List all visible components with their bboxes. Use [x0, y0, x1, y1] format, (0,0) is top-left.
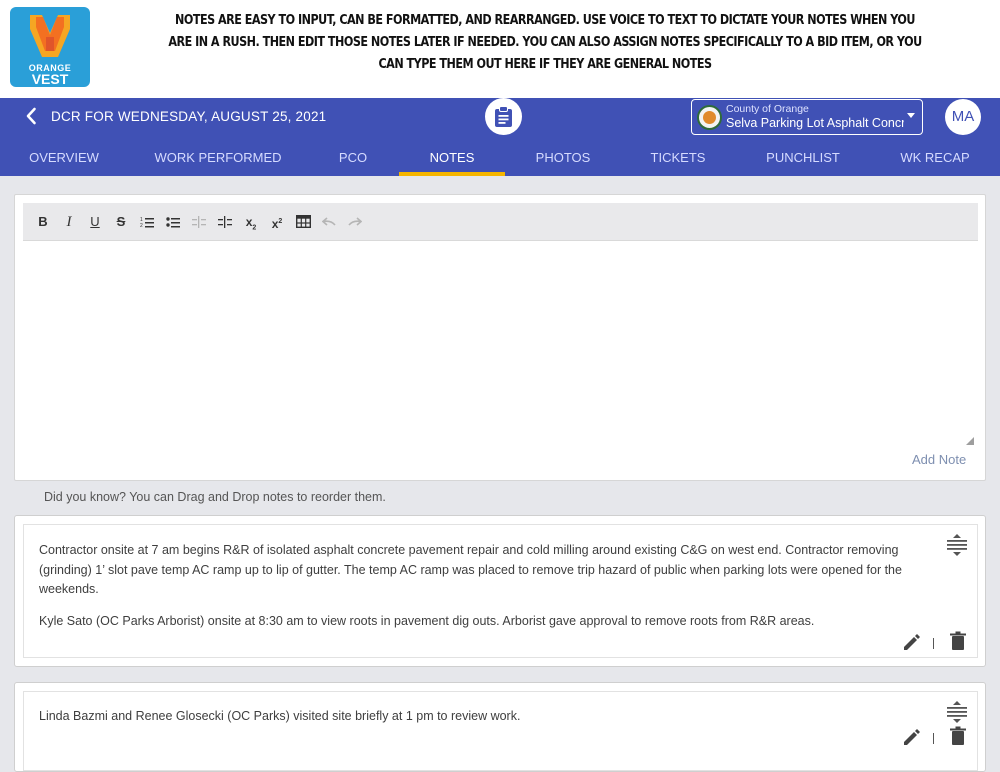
note-card[interactable]: Contractor onsite at 7 am begins R&R of …: [14, 515, 986, 667]
clipboard-icon: [495, 106, 512, 127]
delete-trash-icon[interactable]: [948, 726, 968, 746]
tab-pco[interactable]: PCO: [318, 145, 388, 176]
subscript-icon[interactable]: x2: [241, 212, 261, 232]
undo-icon[interactable]: [319, 212, 339, 232]
italic-icon[interactable]: I: [59, 212, 79, 232]
caret-down-icon: [907, 113, 915, 118]
underline-icon[interactable]: U: [85, 212, 105, 232]
tab-photos[interactable]: PHOTOS: [522, 145, 604, 176]
drag-handle-icon[interactable]: [945, 700, 969, 724]
redo-icon[interactable]: [345, 212, 365, 232]
editor-toolbar: B I U S 12 x2 x2: [23, 203, 978, 241]
logo-word-vest: VEST: [31, 71, 69, 87]
svg-text:2: 2: [140, 223, 143, 228]
edit-pencil-icon[interactable]: [902, 632, 922, 652]
table-icon[interactable]: [293, 212, 313, 232]
county-seal-icon: [697, 105, 722, 130]
back-chevron-icon[interactable]: [22, 106, 42, 126]
banner-caption: NOTES ARE EASY TO INPUT, CAN BE FORMATTE…: [168, 13, 922, 72]
strikethrough-icon[interactable]: S: [111, 212, 131, 232]
tab-wk-recap[interactable]: WK RECAP: [890, 145, 980, 176]
drag-drop-tip: Did you know? You can Drag and Drop note…: [44, 490, 386, 504]
project-selector[interactable]: County of Orange Selva Parking Lot Aspha…: [691, 99, 923, 135]
note-paragraph: Kyle Sato (OC Parks Arborist) onsite at …: [39, 614, 815, 628]
resize-grip-icon[interactable]: [966, 437, 974, 445]
indent-icon[interactable]: [215, 212, 235, 232]
note-body: Linda Bazmi and Renee Glosecki (OC Parks…: [23, 691, 978, 771]
note-paragraph: Linda Bazmi and Renee Glosecki (OC Parks…: [39, 709, 521, 723]
note-card[interactable]: Linda Bazmi and Renee Glosecki (OC Parks…: [14, 682, 986, 772]
superscript-icon[interactable]: x2: [267, 212, 287, 232]
tab-bar: OVERVIEW WORK PERFORMED PCO NOTES PHOTOS…: [0, 145, 1000, 176]
note-editor-card: B I U S 12 x2 x2 Add Note: [14, 194, 986, 481]
project-name: Selva Parking Lot Asphalt Concrete: [726, 116, 904, 130]
edit-pencil-icon[interactable]: [902, 727, 922, 747]
user-avatar[interactable]: MA: [945, 99, 981, 135]
tab-tickets[interactable]: TICKETS: [636, 145, 720, 176]
orange-vest-logo: ORANGE VEST: [10, 7, 90, 87]
outdent-icon[interactable]: [189, 212, 209, 232]
tab-overview[interactable]: OVERVIEW: [14, 145, 114, 176]
tab-notes[interactable]: NOTES: [399, 145, 505, 176]
add-note-button[interactable]: Add Note: [912, 452, 966, 467]
ordered-list-icon[interactable]: 12: [137, 212, 157, 232]
instruction-banner: ORANGE VEST NOTES ARE EASY TO INPUT, CAN…: [0, 0, 1000, 98]
drag-handle-icon[interactable]: [945, 533, 969, 557]
action-separator: [933, 733, 934, 744]
tab-punchlist[interactable]: PUNCHLIST: [754, 145, 852, 176]
action-separator: [933, 638, 934, 649]
tab-work-performed[interactable]: WORK PERFORMED: [148, 145, 288, 176]
note-text-area[interactable]: [23, 242, 978, 447]
page-title: DCR FOR WEDNESDAY, AUGUST 25, 2021: [51, 109, 327, 124]
bold-icon[interactable]: B: [33, 212, 53, 232]
bullet-list-icon[interactable]: [163, 212, 183, 232]
app-header: DCR FOR WEDNESDAY, AUGUST 25, 2021 Count…: [0, 98, 1000, 176]
delete-trash-icon[interactable]: [948, 631, 968, 651]
project-org: County of Orange: [726, 103, 809, 115]
note-paragraph: Contractor onsite at 7 am begins R&R of …: [39, 543, 902, 596]
clipboard-button[interactable]: [485, 98, 522, 135]
note-body: Contractor onsite at 7 am begins R&R of …: [23, 524, 978, 658]
